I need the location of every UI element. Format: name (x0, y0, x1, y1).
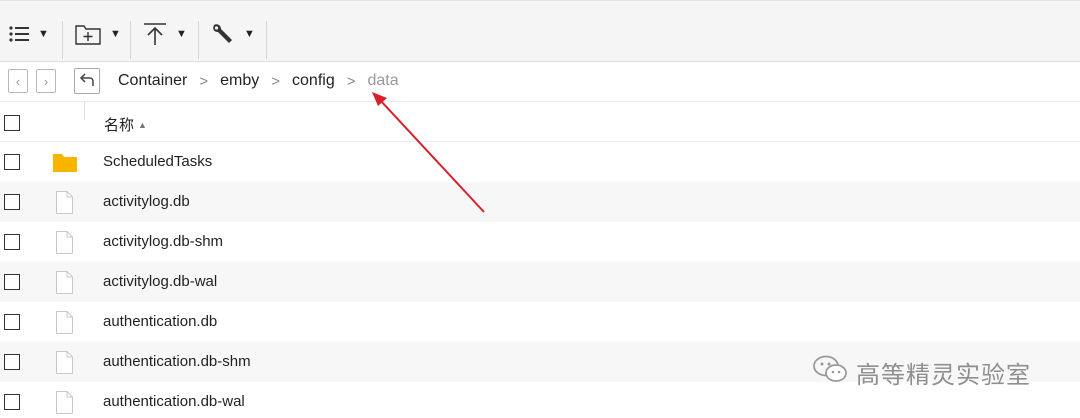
file-icon (52, 350, 78, 379)
chevron-down-icon: ▼ (38, 28, 49, 40)
file-name: authentication.db (103, 313, 218, 330)
file-name: activitylog.db-shm (103, 233, 224, 250)
view-mode-button[interactable]: ▼ (8, 15, 49, 53)
sort-ascending-icon: ▲ (138, 119, 147, 130)
watermark: 高等精灵实验室 (812, 354, 1031, 391)
file-list-header: 名称 ▲ (0, 102, 1080, 142)
file-row[interactable]: authentication.db (0, 302, 1080, 342)
return-arrow-icon (79, 71, 95, 92)
file-row[interactable]: activitylog.db-wal (0, 262, 1080, 302)
upload-icon (142, 22, 168, 46)
file-name: authentication.db-wal (103, 393, 245, 410)
breadcrumb-separator: > (199, 72, 209, 90)
breadcrumb-separator: > (346, 72, 356, 90)
file-name: authentication.db-shm (103, 353, 251, 370)
file-icon (52, 190, 78, 219)
toolbar-divider (198, 21, 199, 59)
row-checkbox[interactable] (4, 354, 20, 370)
chevron-down-icon: ▼ (176, 28, 187, 40)
breadcrumb-item-container[interactable]: Container (118, 72, 187, 90)
file-icon (52, 390, 78, 418)
name-column-header[interactable]: 名称 ▲ (104, 114, 147, 135)
file-icon (52, 310, 78, 339)
row-checkbox[interactable] (4, 154, 20, 170)
breadcrumb-item-data: data (367, 72, 399, 89)
column-divider (84, 102, 85, 120)
row-checkbox[interactable] (4, 274, 20, 290)
breadcrumb-item-config[interactable]: config (292, 72, 335, 90)
wrench-icon (210, 22, 236, 46)
upload-button[interactable]: ▼ (142, 15, 187, 53)
new-folder-icon (74, 22, 102, 46)
row-checkbox[interactable] (4, 314, 20, 330)
toolbar-divider (130, 21, 131, 59)
breadcrumb: Container > emby > config > data (118, 72, 399, 90)
back-button[interactable]: ‹ (8, 69, 28, 93)
chevron-down-icon: ▼ (244, 28, 255, 40)
chevron-right-icon: › (43, 73, 49, 89)
forward-button[interactable]: › (36, 69, 56, 93)
breadcrumb-separator: > (271, 72, 281, 90)
file-name: activitylog.db-wal (103, 273, 218, 290)
chevron-left-icon: ‹ (15, 73, 21, 89)
folder-icon (52, 150, 78, 179)
toolbar: ▼ ▼ ▼ ▼ (0, 0, 1080, 62)
select-all-checkbox[interactable] (4, 115, 20, 131)
list-view-icon (8, 24, 30, 44)
tools-button[interactable]: ▼ (210, 15, 255, 53)
breadcrumb-item-emby[interactable]: emby (220, 72, 259, 90)
row-checkbox[interactable] (4, 234, 20, 250)
row-checkbox[interactable] (4, 194, 20, 210)
file-row[interactable]: ScheduledTasks (0, 142, 1080, 182)
toolbar-divider (62, 21, 63, 59)
file-icon (52, 230, 78, 259)
wechat-icon (812, 354, 848, 391)
toolbar-divider (266, 21, 267, 59)
create-button[interactable]: ▼ (74, 15, 121, 53)
parent-folder-button[interactable] (74, 68, 100, 94)
file-name: ScheduledTasks (103, 153, 213, 170)
watermark-text: 高等精灵实验室 (856, 362, 1031, 389)
name-column-label: 名称 (104, 117, 135, 134)
chevron-down-icon: ▼ (110, 28, 121, 40)
file-row[interactable]: activitylog.db (0, 182, 1080, 222)
file-icon (52, 270, 78, 299)
row-checkbox[interactable] (4, 394, 20, 410)
file-row[interactable]: activitylog.db-shm (0, 222, 1080, 262)
breadcrumb-bar: ‹ › Container > emby > config > data (0, 62, 1080, 102)
file-name: activitylog.db (103, 193, 190, 210)
